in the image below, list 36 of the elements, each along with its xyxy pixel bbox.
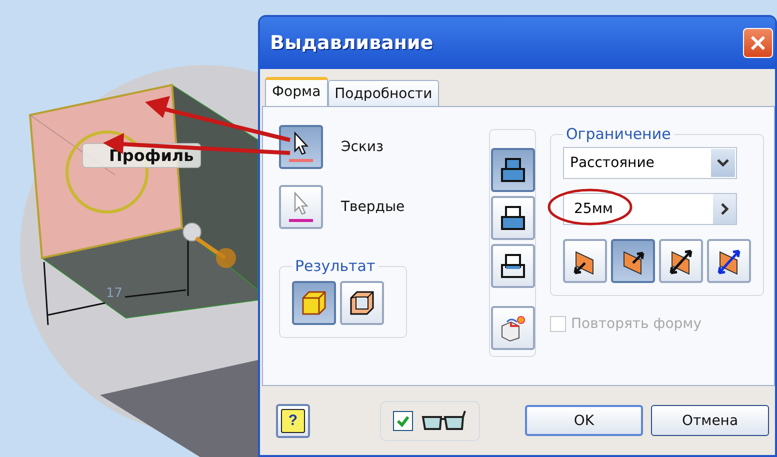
group-title: Результат [294,257,376,275]
direction-button[interactable] [563,239,607,283]
preview-checkbox[interactable] [393,410,413,430]
surface-cube-icon [348,289,376,317]
close-icon [750,35,766,51]
profile-label: Эскиз [341,139,384,155]
profile-label: Твердые [341,199,405,215]
group-title: Ограничение [565,125,672,143]
result-option-button[interactable] [340,281,384,325]
close-button[interactable] [743,28,773,58]
profile-select-button[interactable] [279,125,323,169]
dimension-label: 17 [106,286,123,301]
extents-dropdown[interactable]: Расстояние [563,147,737,179]
direction-button[interactable] [707,239,751,283]
check-icon [396,414,410,428]
direction-button[interactable] [611,239,655,283]
glasses-icon [421,408,467,432]
cursor-icon [287,131,315,163]
solid-cube-icon [300,289,328,317]
chevron-down-icon [717,159,729,167]
tab[interactable]: Подробности [328,80,440,106]
ok-button[interactable]: OK [525,405,643,436]
help-button[interactable]: ? [276,404,310,438]
cut-icon [500,205,526,231]
window-title: Выдавливание [270,32,434,54]
cursor-icon [287,191,315,223]
operation-button[interactable] [490,244,534,288]
operation-button[interactable] [490,306,534,350]
cancel-button[interactable]: Отмена [651,405,769,436]
direction-button[interactable] [659,239,703,283]
intersect-icon [500,253,526,279]
join-icon [500,157,526,183]
operation-button[interactable] [490,196,534,240]
new-solid-icon [498,314,526,342]
tab[interactable]: Форма [265,77,328,106]
operation-button[interactable] [490,148,534,192]
